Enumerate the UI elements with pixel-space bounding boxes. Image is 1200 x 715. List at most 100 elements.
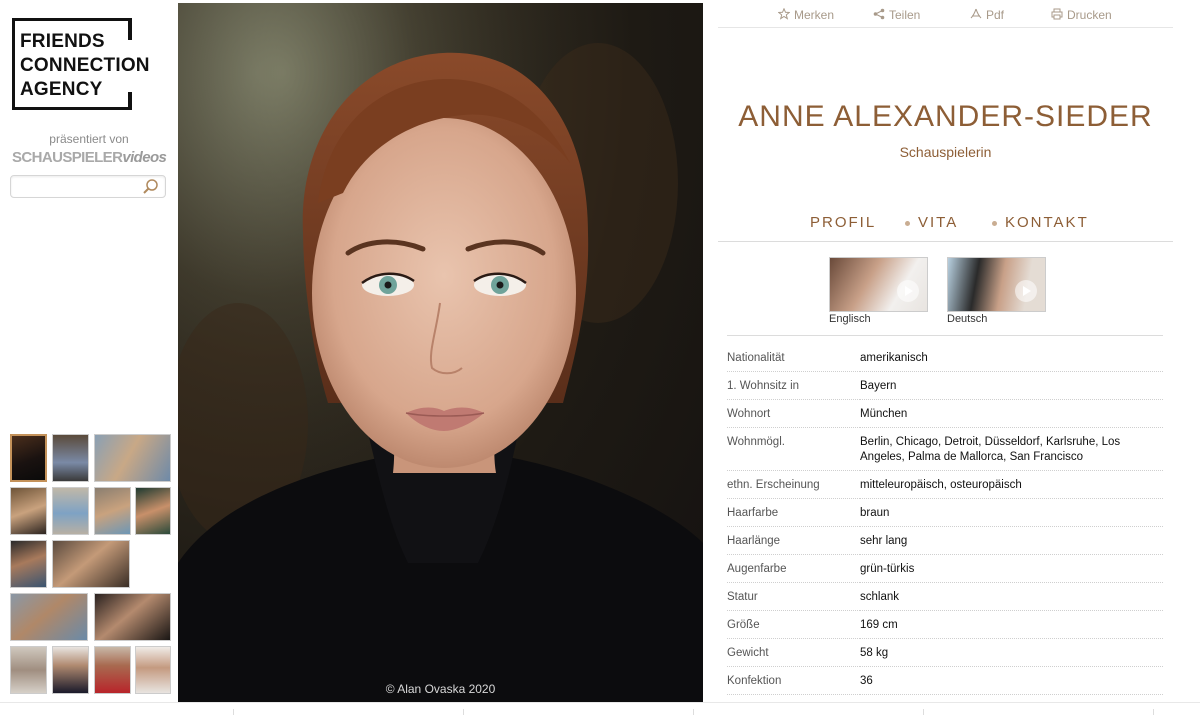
tick — [693, 709, 694, 715]
search-input[interactable] — [15, 176, 143, 198]
detail-key: Wohnort — [727, 399, 860, 428]
detail-row: Haarlänge sehr lang — [727, 526, 1163, 555]
detail-key: Augenfarbe — [727, 554, 860, 583]
detail-key: 1. Wohnsitz in — [727, 371, 860, 400]
detail-key: ethn. Erscheinung — [727, 470, 860, 499]
agency-logo-line: CONNECTION — [20, 55, 150, 76]
profile-name: ANNE ALEXANDER-SIEDER — [738, 100, 1153, 133]
gallery-thumb[interactable] — [10, 593, 88, 641]
detail-row: Wohnmögl. Berlin, Chicago, Detroit, Düsse… — [727, 427, 1163, 471]
detail-key: Gewicht — [727, 638, 860, 667]
star-icon — [778, 8, 790, 20]
video-thumb-english[interactable] — [829, 257, 928, 312]
search-box — [10, 175, 166, 198]
divider — [727, 335, 1163, 336]
detail-value: Bayern — [860, 371, 1163, 400]
detail-value: mitteleuropäisch, osteuropäisch — [860, 470, 1163, 499]
play-icon — [897, 280, 919, 302]
partner-logo[interactable]: SCHAUSPIELERvideos — [12, 149, 167, 166]
play-icon — [1015, 280, 1037, 302]
profile-tabs: PROFIL VITA KONTAKT — [718, 212, 1173, 242]
gallery-thumb[interactable] — [94, 487, 131, 535]
presented-by-label: präsentiert von — [49, 132, 129, 146]
detail-key: Nationalität — [727, 344, 860, 372]
detail-value: schlank — [860, 582, 1163, 611]
detail-row: Augenfarbe grün-türkis — [727, 554, 1163, 583]
detail-value: amerikanisch — [860, 344, 1163, 372]
agency-logo-line: FRIENDS — [20, 31, 105, 52]
gallery-thumb[interactable] — [94, 646, 131, 694]
tick — [233, 709, 234, 715]
tick — [463, 709, 464, 715]
magnifier-icon[interactable] — [142, 178, 160, 196]
pdf-label: Pdf — [986, 8, 1005, 22]
detail-key: Statur — [727, 582, 860, 611]
detail-row: 1. Wohnsitz in Bayern — [727, 371, 1163, 400]
gallery-thumb[interactable] — [135, 487, 171, 535]
print-icon — [1051, 8, 1063, 20]
action-bar: Merken Teilen Pdf Drucken — [718, 0, 1173, 28]
detail-row: ethn. Erscheinung mitteleuropäisch, osteu… — [727, 470, 1163, 499]
detail-value: München — [860, 399, 1163, 428]
profile-panel: Merken Teilen Pdf Drucken ANNE ALEXANDER… — [703, 0, 1200, 715]
agency-logo-line: AGENCY — [20, 79, 103, 100]
detail-key: Größe — [727, 610, 860, 639]
detail-row: Haarfarbe braun — [727, 498, 1163, 527]
gallery-thumb[interactable] — [10, 434, 47, 482]
gallery-thumb[interactable] — [94, 434, 171, 482]
gallery-thumb[interactable] — [10, 540, 47, 588]
detail-key: Konfektion — [727, 666, 860, 695]
photo-copyright: © Alan Ovaska 2020 — [385, 682, 496, 696]
share-icon — [873, 8, 885, 20]
print-label: Drucken — [1067, 8, 1112, 22]
tick — [1153, 709, 1154, 715]
pdf-icon — [970, 8, 982, 19]
profile-role: Schauspielerin — [899, 144, 992, 160]
gallery-thumb[interactable] — [52, 646, 89, 694]
sidebar: FRIENDS CONNECTION AGENCY präsentiert vo… — [0, 0, 178, 702]
partner-logo-em: videos — [122, 149, 167, 166]
pdf-button[interactable]: Pdf — [970, 8, 1004, 22]
detail-value: braun — [860, 498, 1163, 527]
detail-key: Haarlänge — [727, 526, 860, 555]
gallery-thumb[interactable] — [52, 487, 89, 535]
detail-row: Größe 169 cm — [727, 610, 1163, 639]
tick — [923, 709, 924, 715]
detail-row: Wohnort München — [727, 399, 1163, 428]
portrait-illustration — [178, 3, 703, 702]
detail-value: 36 — [860, 666, 1163, 695]
print-button[interactable]: Drucken — [1051, 8, 1112, 22]
gallery-thumb[interactable] — [52, 434, 89, 482]
agency-logo[interactable]: FRIENDS CONNECTION AGENCY — [20, 30, 150, 102]
partner-logo-text: SCHAUSPIELER — [12, 149, 123, 166]
gallery-thumb[interactable] — [52, 540, 130, 588]
video-label-english: Englisch — [829, 313, 871, 325]
detail-row: Statur schlank — [727, 582, 1163, 611]
bookmark-button[interactable]: Merken — [778, 8, 834, 22]
tab-separator — [992, 221, 997, 226]
tab-vita[interactable]: VITA — [918, 214, 958, 231]
profile-details-table: Nationalität amerikanisch 1. Wohnsitz in Ba… — [727, 344, 1163, 715]
detail-value: grün-türkis — [860, 554, 1163, 583]
detail-value: Berlin, Chicago, Detroit, Düsseldorf, Ka… — [860, 427, 1163, 471]
tab-profil[interactable]: PROFIL — [810, 214, 876, 231]
share-label: Teilen — [889, 8, 921, 22]
portrait-photo: © Alan Ovaska 2020 — [178, 3, 703, 702]
detail-row: Gewicht 58 kg — [727, 638, 1163, 667]
share-button[interactable]: Teilen — [873, 8, 920, 22]
tab-separator — [905, 221, 910, 226]
gallery-thumb[interactable] — [10, 487, 47, 535]
detail-value: 58 kg — [860, 638, 1163, 667]
detail-row: Konfektion 36 — [727, 666, 1163, 695]
video-thumb-german[interactable] — [947, 257, 1046, 312]
gallery-thumb[interactable] — [135, 646, 171, 694]
video-label-german: Deutsch — [947, 313, 988, 325]
gallery-thumb[interactable] — [94, 593, 171, 641]
detail-value: sehr lang — [860, 526, 1163, 555]
detail-key: Haarfarbe — [727, 498, 860, 527]
bookmark-label: Merken — [794, 8, 835, 22]
bottom-scroll-area — [0, 702, 1200, 715]
gallery-thumb[interactable] — [10, 646, 47, 694]
tab-kontakt[interactable]: KONTAKT — [1005, 214, 1089, 231]
detail-row: Nationalität amerikanisch — [727, 344, 1163, 372]
